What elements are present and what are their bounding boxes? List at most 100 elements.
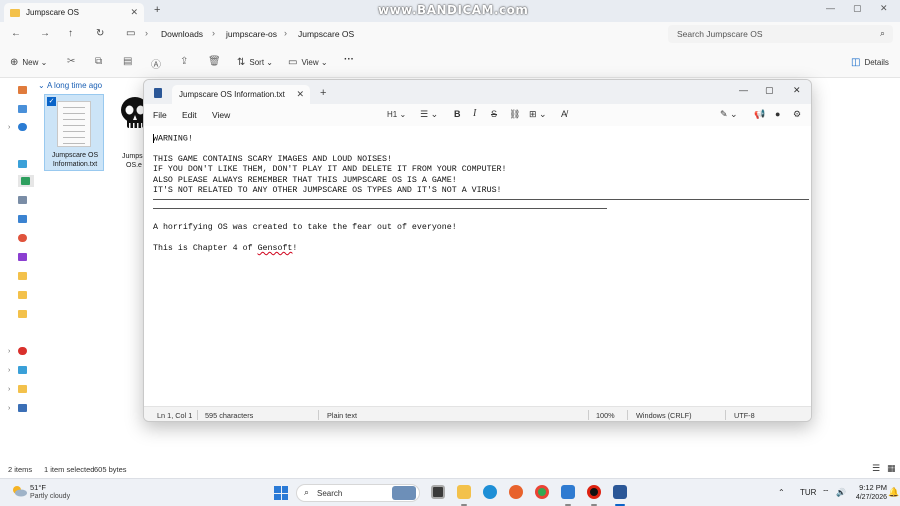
- search-input[interactable]: Search Jumpscare OS ⌕: [668, 25, 893, 43]
- new-button[interactable]: ⊕ New ⌄: [10, 57, 47, 68]
- forward-arrow-icon[interactable]: →: [40, 28, 50, 39]
- view-button[interactable]: ▭ View ⌄: [288, 57, 328, 68]
- sidebar-item-gallery[interactable]: [8, 103, 34, 115]
- copy-icon[interactable]: ⧉: [95, 56, 102, 67]
- breadcrumb-separator: ›: [145, 28, 148, 38]
- language-indicator[interactable]: TUR: [800, 488, 816, 497]
- bandicam-icon[interactable]: [587, 485, 601, 499]
- close-window-button[interactable]: ✕: [880, 3, 888, 14]
- cut-icon[interactable]: ✂: [67, 56, 75, 67]
- sidebar-item-documents[interactable]: [8, 194, 34, 206]
- up-arrow-icon[interactable]: ↑: [68, 28, 73, 39]
- rename-icon[interactable]: Ⓐ: [151, 56, 161, 71]
- account-icon[interactable]: ●: [775, 109, 780, 119]
- sidebar-item-downloads[interactable]: [18, 175, 34, 187]
- minimize-button[interactable]: —: [739, 85, 748, 95]
- clear-formatting-icon[interactable]: A̸: [561, 109, 567, 119]
- sidebar-item-folder[interactable]: [8, 308, 34, 320]
- misspelled-word[interactable]: Gensoft: [258, 244, 293, 253]
- sidebar-item-folder[interactable]: [8, 270, 34, 282]
- new-tab-button[interactable]: +: [320, 87, 326, 99]
- announcement-icon[interactable]: 📢: [754, 109, 765, 120]
- chevron-up-icon[interactable]: ⌃: [778, 488, 785, 497]
- sidebar-item-folder[interactable]: [8, 289, 34, 301]
- table-dropdown[interactable]: ⊞ ⌄: [529, 109, 547, 120]
- explorer-tab[interactable]: Jumpscare OS ✕: [4, 3, 144, 22]
- chrome-icon[interactable]: [535, 485, 549, 499]
- sidebar-item-libraries[interactable]: ›: [8, 383, 34, 395]
- delete-icon[interactable]: 🗑: [208, 56, 221, 67]
- heading-dropdown[interactable]: H1 ⌄: [387, 110, 406, 119]
- sidebar-item-drive[interactable]: ›: [8, 345, 34, 357]
- sidebar-item-network[interactable]: ›: [8, 402, 34, 414]
- notepad-window: Jumpscare OS Information.txt ✕ + — ▢ ✕ F…: [143, 79, 812, 422]
- breadcrumb-jumpscare-os-folder[interactable]: jumpscare-os: [226, 29, 277, 39]
- start-button[interactable]: [274, 486, 288, 500]
- bold-button[interactable]: B: [454, 109, 461, 119]
- refresh-icon[interactable]: ↻: [96, 28, 104, 39]
- notepad-icon[interactable]: [613, 485, 627, 499]
- menu-file[interactable]: File: [153, 110, 167, 120]
- close-tab-icon[interactable]: ✕: [130, 7, 138, 18]
- more-options-button[interactable]: ···: [344, 54, 354, 65]
- sidebar-item-videos[interactable]: [8, 251, 34, 263]
- close-tab-icon[interactable]: ✕: [296, 89, 304, 100]
- home-icon: [18, 86, 27, 94]
- close-window-button[interactable]: ✕: [793, 85, 801, 96]
- task-view-icon[interactable]: [431, 485, 445, 499]
- strikethrough-button[interactable]: S: [491, 109, 497, 119]
- view-label: View: [301, 58, 319, 67]
- share-icon[interactable]: ⇪: [180, 56, 188, 67]
- notification-bell-icon[interactable]: 🔔: [888, 487, 899, 498]
- cloud-icon: [18, 123, 27, 131]
- sidebar-item-home[interactable]: [8, 84, 34, 96]
- details-button[interactable]: ◫ Details: [851, 57, 889, 68]
- weather-temperature[interactable]: 51°F: [30, 483, 46, 492]
- sidebar-item-pictures[interactable]: [8, 213, 34, 225]
- photos-icon[interactable]: [561, 485, 575, 499]
- sidebar-item-desktop[interactable]: [8, 158, 34, 170]
- sort-button[interactable]: ⇅ Sort ⌄: [237, 57, 273, 68]
- list-dropdown[interactable]: ☰ ⌄: [420, 109, 438, 120]
- text-line: This is Chapter 4 of Gensoft!: [153, 244, 802, 254]
- menu-edit[interactable]: Edit: [182, 110, 197, 120]
- italic-button[interactable]: I: [473, 108, 476, 119]
- this-pc-icon[interactable]: ▭: [126, 28, 135, 39]
- paste-icon[interactable]: ▤: [123, 56, 132, 67]
- settings-gear-icon[interactable]: ⚙: [793, 109, 801, 120]
- sidebar-item-this-pc[interactable]: ›: [8, 364, 34, 376]
- breadcrumb-downloads[interactable]: Downloads: [161, 29, 203, 39]
- music-icon: [18, 234, 27, 242]
- checkbox-checked-icon[interactable]: ✓: [47, 97, 56, 106]
- edge-browser-icon[interactable]: [483, 485, 497, 499]
- tiles-view-icon[interactable]: ▦: [887, 463, 896, 474]
- link-icon[interactable]: ⛓: [509, 109, 520, 120]
- menu-view[interactable]: View: [212, 110, 230, 120]
- file-explorer-icon[interactable]: [457, 485, 471, 499]
- volume-icon[interactable]: 🔊: [836, 488, 846, 497]
- sidebar-item-music[interactable]: [8, 232, 34, 244]
- sidebar-item-onedrive[interactable]: ›: [8, 121, 34, 133]
- group-header[interactable]: ⌄ A long time ago: [38, 81, 102, 90]
- firefox-icon[interactable]: [509, 485, 523, 499]
- text-line: ALSO PLEASE ALWAYS REMEMBER THAT THIS JU…: [153, 175, 457, 185]
- breadcrumb-jumpscare-os[interactable]: Jumpscare OS: [298, 29, 354, 39]
- new-tab-button[interactable]: +: [154, 4, 160, 16]
- cursor-position: Ln 1, Col 1: [157, 411, 193, 420]
- partly-cloudy-icon[interactable]: [11, 485, 27, 497]
- notepad-tab[interactable]: Jumpscare OS Information.txt ✕: [172, 85, 310, 104]
- picture-icon: [18, 215, 27, 223]
- maximize-button[interactable]: ▢: [853, 3, 862, 14]
- back-arrow-icon[interactable]: ←: [11, 28, 21, 39]
- weather-description[interactable]: Partly cloudy: [30, 493, 70, 500]
- wifi-icon[interactable]: ⌔: [822, 488, 830, 498]
- file-item-information-txt[interactable]: ✓ Jumpscare OS Information.txt: [44, 94, 104, 171]
- clock[interactable]: 9:12 PM 4/27/2026: [853, 483, 887, 503]
- maximize-button[interactable]: ▢: [765, 85, 774, 96]
- copilot-icon[interactable]: ✎ ⌄: [720, 109, 738, 120]
- taskbar-search[interactable]: ⌕ Search: [296, 484, 420, 502]
- details-view-icon[interactable]: ☰: [872, 463, 880, 474]
- notepad-text-area[interactable]: WARNING! THIS GAME CONTAINS SCARY IMAGES…: [144, 126, 811, 406]
- minimize-button[interactable]: —: [826, 3, 835, 13]
- text-line: WARNING!: [153, 134, 193, 144]
